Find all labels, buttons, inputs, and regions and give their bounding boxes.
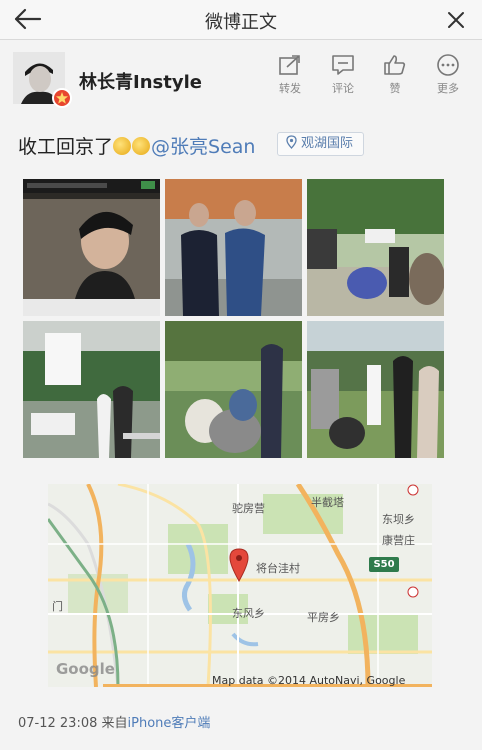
emoji-icon: [113, 137, 132, 155]
photo-4[interactable]: [23, 321, 160, 458]
emoji-icon: [132, 137, 151, 155]
map-label: 将台洼村: [256, 562, 300, 575]
map-label: 东风乡: [232, 607, 265, 620]
map-attribution: Map data ©2014 AutoNavi, Google: [212, 674, 406, 687]
post-body: 收工回京了: [18, 136, 114, 158]
post-meta: 07-12 23:08 来自iPhone客户端: [18, 712, 210, 731]
map-label: 驼房营: [232, 502, 265, 515]
verified-badge-icon: [52, 88, 72, 108]
comment-label: 评论: [332, 82, 354, 95]
share-icon: [279, 55, 300, 75]
photo-2[interactable]: [165, 179, 302, 316]
share-button[interactable]: 转发: [270, 54, 310, 96]
map-pin-icon: [229, 548, 249, 582]
photo-5[interactable]: [165, 321, 302, 458]
map-label: 半截塔: [311, 496, 344, 509]
location-chip[interactable]: 观湖国际: [277, 132, 365, 156]
page-title: 微博正文: [205, 12, 277, 33]
more-label: 更多: [437, 82, 459, 95]
top-navbar: 微博正文: [0, 0, 482, 40]
thumbs-up-icon: [384, 55, 406, 75]
mention-link[interactable]: @张亮Sean: [151, 136, 255, 158]
like-label: 赞: [389, 82, 401, 95]
photo-1[interactable]: [23, 179, 160, 316]
author-name[interactable]: 林长青Instyle: [79, 68, 202, 94]
post-text: 收工回京了 @张亮Sean: [18, 132, 255, 159]
more-button[interactable]: 更多: [428, 54, 468, 96]
location-map[interactable]: 驼房营 半截塔 东坝乡 康营庄 将台洼村 东风乡 平房乡 门 S50: [48, 484, 432, 687]
photo-6[interactable]: [307, 321, 444, 458]
like-button[interactable]: 赞: [375, 54, 415, 96]
comment-icon: [332, 55, 354, 75]
post-time: 07-12 23:08: [18, 716, 98, 731]
map-google-logo: Google: [56, 660, 115, 678]
post-source-link[interactable]: iPhone客户端: [128, 716, 211, 731]
post-source-prefix: 来自: [101, 716, 128, 731]
share-label: 转发: [279, 82, 301, 95]
comment-button[interactable]: 评论: [323, 54, 363, 96]
location-pin-icon: [286, 135, 297, 149]
highway-shield: S50: [369, 557, 399, 572]
more-icon: [437, 54, 459, 76]
map-label: 东坝乡: [382, 513, 415, 526]
map-label: 平房乡: [307, 611, 340, 624]
map-label: 康营庄: [382, 534, 415, 547]
photo-3[interactable]: [307, 179, 444, 316]
location-label: 观湖国际: [301, 136, 354, 151]
close-icon[interactable]: [442, 6, 470, 34]
map-label: 门: [52, 600, 63, 613]
